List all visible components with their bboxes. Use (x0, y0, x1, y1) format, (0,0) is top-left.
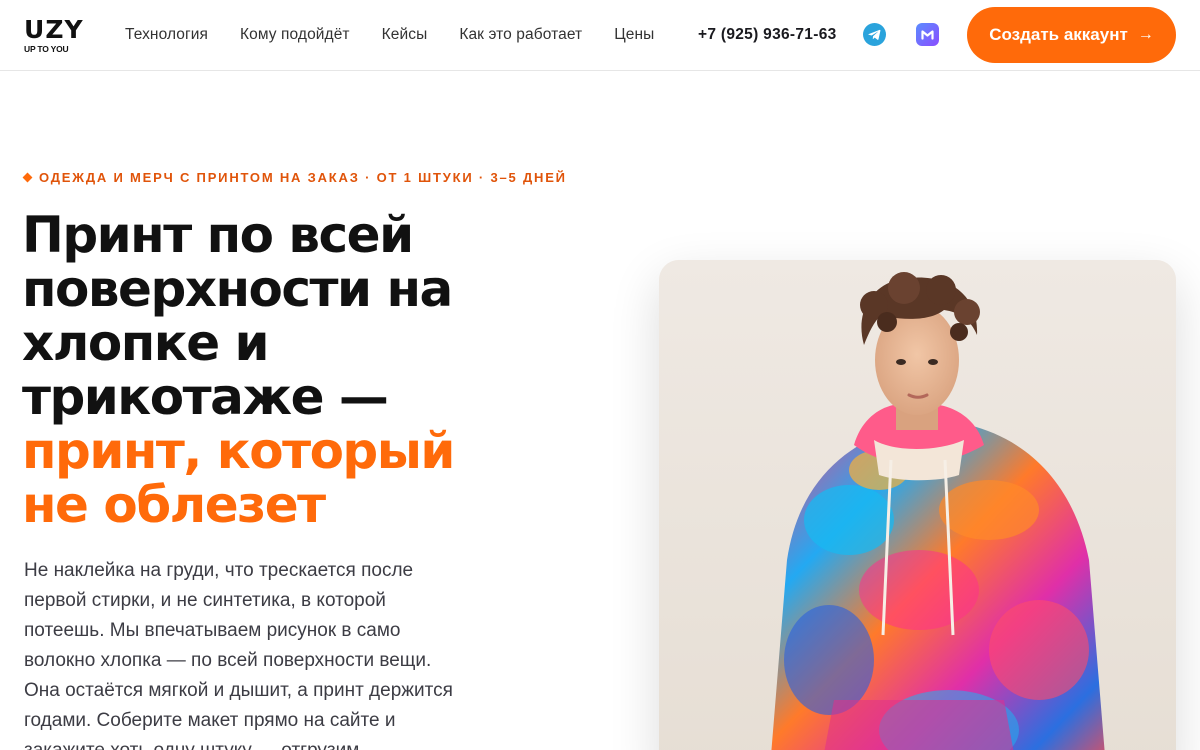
site-header: U Z Y UP TO YOU Технология Кому подойдёт… (0, 0, 1200, 71)
headline-line: Принт по всей (22, 206, 414, 264)
headline-line: хлопке и (22, 314, 270, 372)
create-account-label: Создать аккаунт (989, 25, 1128, 44)
arrow-right-icon: → (1137, 26, 1154, 43)
logo-mark: U Z Y (24, 15, 83, 44)
hero-lead-text: Не наклейка на груди, что трескается пос… (24, 560, 453, 750)
headline-accent-line: не облезет (22, 476, 326, 534)
telegram-icon[interactable] (863, 23, 886, 46)
headline-line: трикотаже — (22, 368, 389, 426)
diamond-bullet-icon (22, 172, 33, 183)
hero-image-card (659, 260, 1176, 750)
model-in-tie-dye-hoodie (659, 260, 1176, 750)
logo-tagline: UP TO YOU (24, 44, 69, 54)
nav-link-prices[interactable]: Цены (614, 25, 654, 45)
nav-link-technology[interactable]: Технология (125, 25, 208, 45)
hero-headline: Принт по всей поверхности на хлопке и тр… (22, 208, 602, 532)
create-account-button[interactable]: Создать аккаунт → (967, 7, 1176, 63)
eyebrow-text: Одежда и мерч с принтом на заказ · от 1 … (39, 170, 567, 185)
headline-accent-line: принт, который (22, 422, 455, 480)
hero-eyebrow: Одежда и мерч с принтом на заказ · от 1 … (22, 170, 567, 185)
nav-link-audience[interactable]: Кому подойдёт (240, 25, 350, 45)
nav-link-how-it-works[interactable]: Как это работает (459, 25, 582, 45)
brand-logo[interactable]: U Z Y UP TO YOU (24, 15, 84, 54)
phone-link[interactable]: +7 (925) 936-71-63 (698, 25, 837, 45)
nav-link-cases[interactable]: Кейсы (382, 25, 428, 45)
headline-line: поверхности на (22, 260, 453, 318)
main-nav: Технология Кому подойдёт Кейсы Как это р… (125, 25, 686, 45)
max-messenger-icon[interactable] (916, 23, 939, 46)
